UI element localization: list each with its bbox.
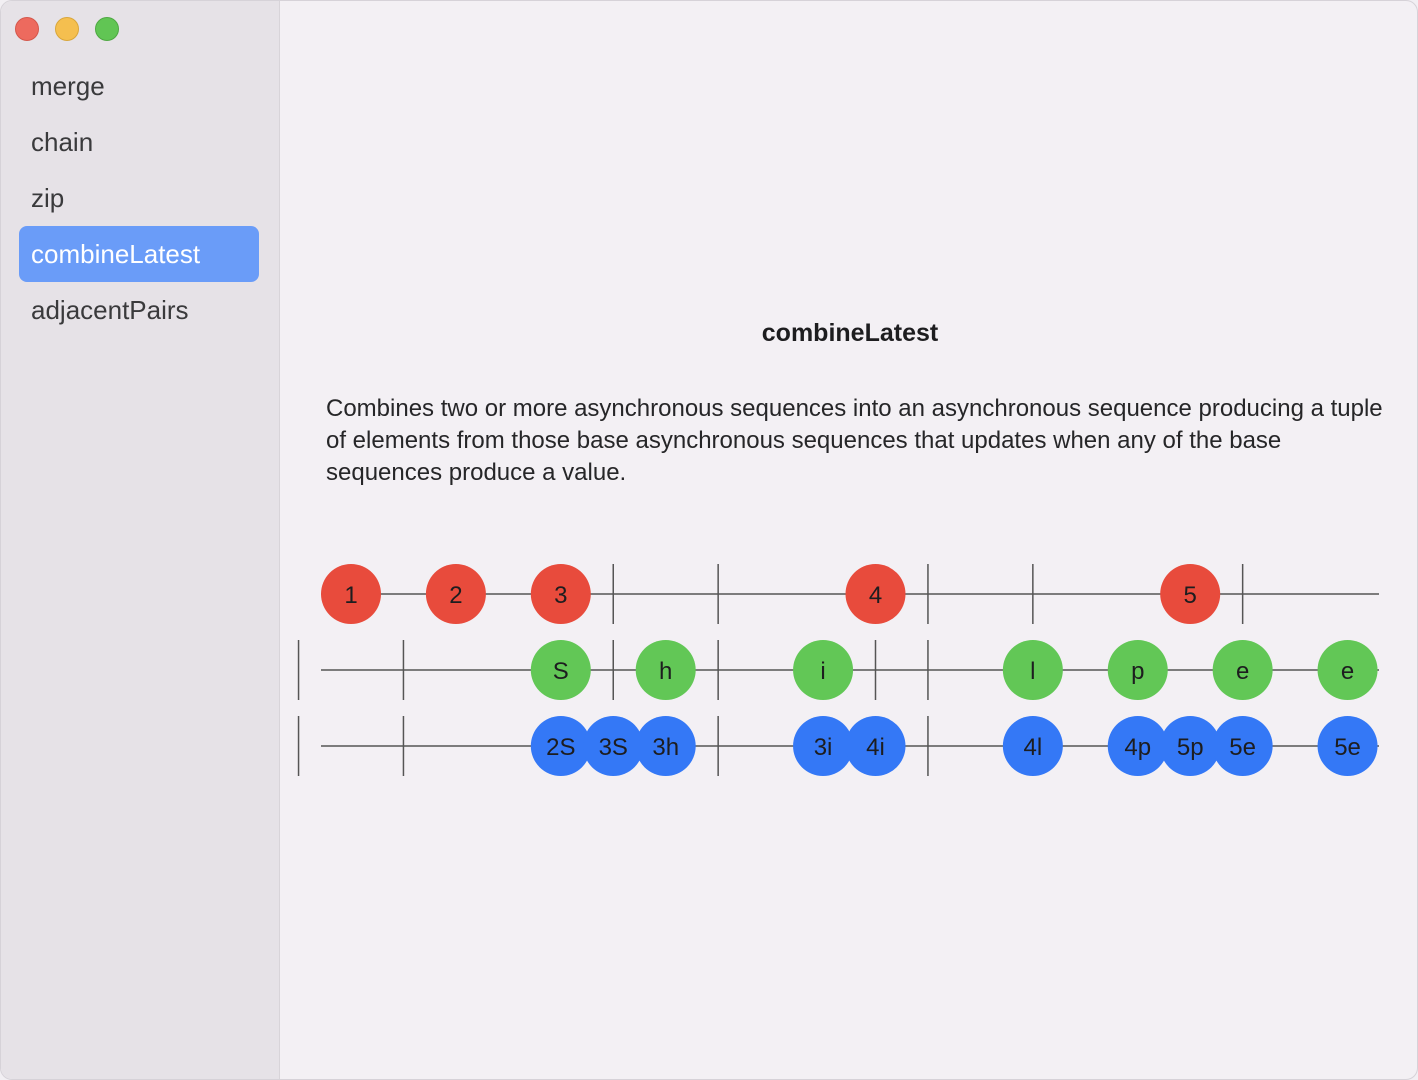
result-marble: 3i [793,716,854,776]
sequence2-marble: h [635,640,696,700]
result-marble-label: 5e [1334,734,1361,761]
sequence1-marble-label: 3 [554,582,567,609]
sequence2-marble-label: S [553,658,569,685]
result-marble: 3h [635,716,696,776]
zoom-window-button[interactable] [95,17,119,41]
detail-pane: combineLatest Combines two or more async… [281,1,1417,1079]
sequence2-marble: l [1002,640,1063,700]
sequence2-marble: e [1212,640,1273,700]
sequence2-marble: p [1107,640,1168,700]
close-window-button[interactable] [15,17,39,41]
sidebar-item-adjacentpairs[interactable]: adjacentPairs [19,282,259,338]
result-marble: 4p [1107,716,1168,776]
sequence2-marble: S [530,640,591,700]
result-marble-label: 4p [1124,734,1151,761]
sequence2-marble-label: e [1341,658,1354,685]
marble-diagram: 1 2 3 4 5 Sh i l p e e 2S 3S 3h 3i 4i 4l 4p 5p 5e 5e [281,541,1417,806]
sequence2-marble-label: l [1030,658,1035,685]
result-marble: 4i [845,716,906,776]
sequence2-marble-label: e [1236,658,1249,685]
result-marble: 5e [1212,716,1273,776]
result-marble-label: 2S [546,734,575,761]
result-marble-label: 5e [1229,734,1256,761]
result-marble-label: 3h [652,734,679,761]
sequence1-marble: 3 [530,564,591,624]
result-marble-label: 5p [1177,734,1204,761]
result-marble: 5p [1160,716,1221,776]
result-marble-label: 4l [1024,734,1043,761]
sequence2-marble: e [1317,640,1378,700]
sidebar-list: merge chain zip combineLatest adjacentPa… [19,58,259,338]
sidebar-item-chain[interactable]: chain [19,114,259,170]
description-text: Combines two or more asynchronous sequen… [326,395,1383,486]
sidebar-item-zip[interactable]: zip [19,170,259,226]
result-marble: 4l [1002,716,1063,776]
sequence2-marble-label: i [820,658,825,685]
marble-diagram-svg: 1 2 3 4 5 S h i l p e e 2S 3S 3h 3i 4i 4l 4p 5p 5e 5e [297,564,1379,776]
app-window: merge chain zip combineLatest adjacentPa… [0,0,1418,1080]
result-marble: 2S [530,716,591,776]
sequence2-marble-label: h [659,658,672,685]
sequence2-marble: i [793,640,854,700]
sequence1-marble-label: 2 [449,582,462,609]
page-title: combineLatest [761,319,939,347]
sequence1-marble-label: 1 [344,582,357,609]
sequence1-marble: 5 [1160,564,1221,624]
minimize-window-button[interactable] [55,17,79,41]
result-marble: 5e [1317,716,1378,776]
sequence2-marble-label: p [1131,658,1144,685]
sequence1-marble-label: 5 [1184,582,1197,609]
sidebar: merge chain zip combineLatest adjacentPa… [1,1,280,1079]
sequence1-marble-label: 4 [869,582,882,609]
result-marble: 3S [583,716,644,776]
result-marble-label: 3S [599,734,628,761]
result-marble-label: 3i [814,734,833,761]
sequence1-marble: 4 [845,564,906,624]
result-marble-label: 4i [866,734,885,761]
sidebar-item-combinelatest[interactable]: combineLatest [19,226,259,282]
sequence1-marble: 2 [425,564,486,624]
sidebar-item-merge[interactable]: merge [19,58,259,114]
sequence1-marble: 1 [321,564,381,624]
